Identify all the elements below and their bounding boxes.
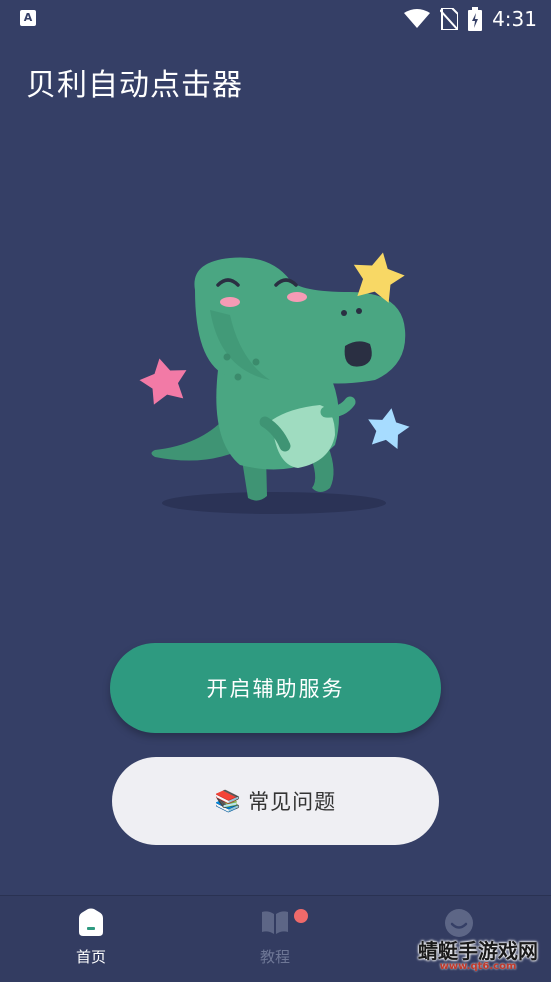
book-icon — [262, 911, 288, 934]
enable-accessibility-service-button[interactable]: 开启辅助服务 — [110, 643, 441, 733]
smiley-icon — [445, 909, 473, 937]
wifi-icon — [404, 9, 431, 28]
mascot-nostril — [356, 308, 362, 314]
a-letter-icon: A — [20, 10, 36, 26]
nav-item-home[interactable]: 首页 — [31, 908, 151, 967]
pink-star-icon — [139, 358, 187, 405]
watermark-logo: 蜻蜓手游戏网 www.qt6.com — [408, 940, 548, 974]
nav-label-home: 首页 — [75, 948, 106, 966]
tutorial-badge — [294, 909, 308, 923]
nav-item-profile[interactable] — [399, 908, 519, 942]
books-icon: 📚 — [214, 788, 243, 813]
home-icon — [79, 908, 103, 936]
battery-charging-icon — [468, 7, 483, 31]
nav-label-tutorial: 教程 — [259, 948, 290, 966]
nav-item-tutorial[interactable]: 教程 — [215, 908, 335, 967]
enable-service-label: 开启辅助服务 — [206, 677, 345, 701]
faq-button[interactable]: 📚 常见问题 — [112, 757, 439, 845]
mascot-blush — [287, 292, 307, 302]
status-bar: A 4:31 — [0, 0, 551, 38]
mascot-mouth — [344, 341, 372, 367]
mascot-spot — [252, 358, 260, 366]
mascot-spot — [223, 353, 231, 361]
faq-label: 常见问题 — [248, 790, 337, 814]
mascot-spot — [234, 373, 242, 381]
blue-star-icon — [368, 408, 410, 449]
mascot-blush — [220, 297, 240, 307]
no-sim-icon — [440, 8, 459, 30]
page-title: 贝利自动点击器 — [26, 68, 243, 103]
dinosaur-mascot-illustration — [139, 252, 410, 514]
status-time: 4:31 — [492, 7, 537, 31]
watermark-text: 蜻蜓手游戏网 — [418, 939, 538, 963]
watermark-url: www.qt6.com — [439, 961, 517, 972]
mascot-shadow — [162, 492, 386, 514]
status-icons: 4:31 — [404, 6, 537, 32]
mascot-nostril — [341, 310, 347, 316]
